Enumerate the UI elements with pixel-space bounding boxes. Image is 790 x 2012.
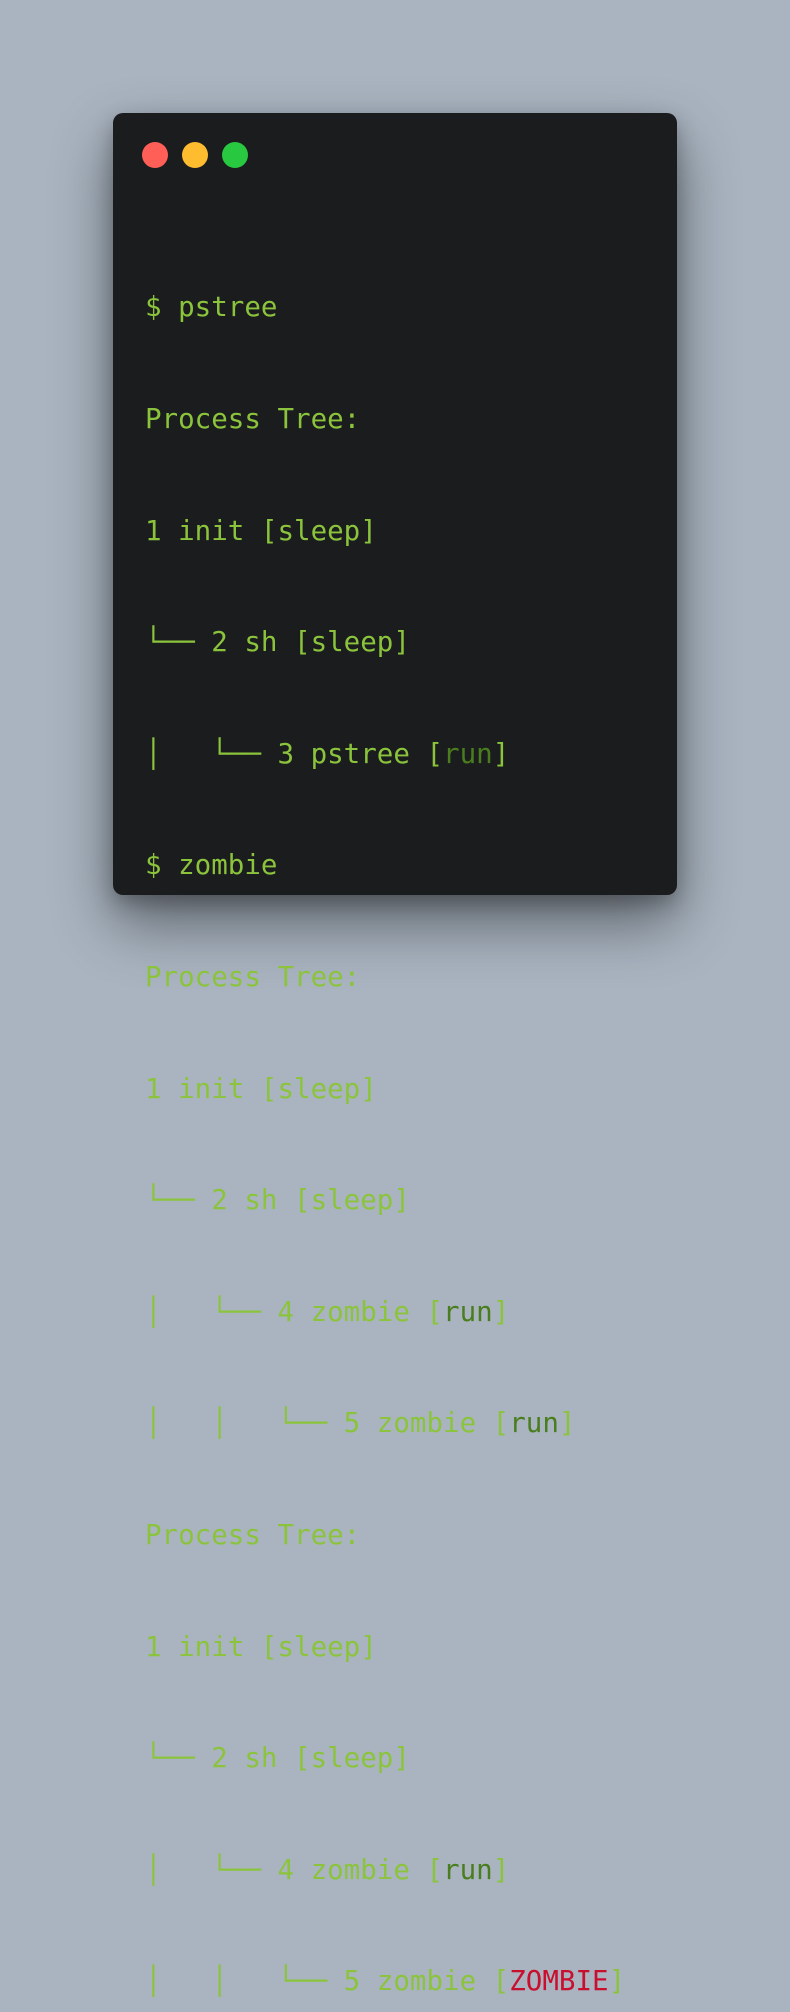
tree-text: ] [492,1853,510,1886]
status-zombie: ZOMBIE [509,1965,609,1998]
output-line: └── 2 sh [sleep] [145,1184,410,1217]
maximize-dot-icon[interactable] [222,142,248,168]
tree-text: ] [492,737,510,770]
window-controls [142,142,248,168]
output-line: └── 2 sh [sleep] [145,626,410,659]
tree-text: │ │ └── 5 zombie [ [145,1965,510,1998]
status-run: run [443,1853,493,1886]
output-line: │ └── 4 zombie [run] [145,1294,625,1331]
output-line: 1 init [sleep] [145,1630,377,1663]
tree-text: ] [608,1965,626,1998]
status-run: run [443,1295,493,1328]
tree-text: │ └── 4 zombie [ [145,1295,444,1328]
tree-text: ] [492,1295,510,1328]
terminal-output: $ pstree Process Tree: 1 init [sleep] └─… [145,215,625,2012]
output-line: └── 2 sh [sleep] [145,1742,410,1775]
output-line: 1 init [sleep] [145,514,377,547]
status-run: run [509,1407,559,1440]
output-line: │ │ └── 5 zombie [run] [145,1405,625,1442]
status-run: run [443,737,493,770]
command-line: $ pstree [145,291,278,324]
output-heading: Process Tree: [145,403,361,435]
output-line: │ │ └── 5 zombie [ZOMBIE] [145,1963,625,2000]
output-line: │ └── 3 pstree [run] [145,736,625,773]
tree-text: │ │ └── 5 zombie [ [145,1407,510,1440]
command-line: $ zombie [145,849,278,882]
output-line: │ └── 4 zombie [run] [145,1852,625,1889]
terminal-window: $ pstree Process Tree: 1 init [sleep] └─… [113,113,677,1997]
output-line: 1 init [sleep] [145,1072,377,1105]
output-heading: Process Tree: [145,1518,361,1551]
tree-text: │ └── 4 zombie [ [145,1853,444,1886]
tree-text: ] [558,1407,576,1440]
minimize-dot-icon[interactable] [182,142,208,168]
output-heading: Process Tree: [145,960,361,993]
close-dot-icon[interactable] [142,142,168,168]
tree-text: │ └── 3 pstree [ [145,737,444,770]
